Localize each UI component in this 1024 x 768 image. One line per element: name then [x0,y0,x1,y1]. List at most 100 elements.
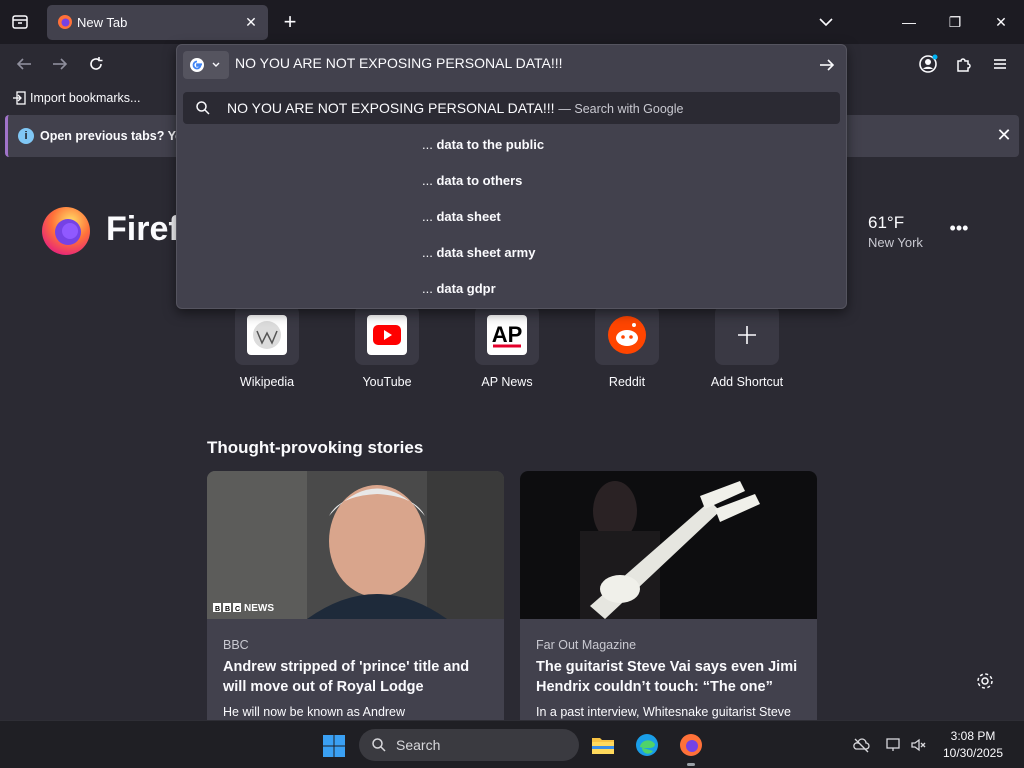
suggestion-text: data sheet army [436,245,536,260]
go-arrow-icon[interactable] [817,55,837,75]
clock-time[interactable]: 3:08 PM [940,729,1006,743]
clock-date[interactable]: 10/30/2025 [940,746,1006,760]
firefox-logo-icon [42,207,90,255]
svg-text:B: B [225,606,230,613]
search-engine-button[interactable] [183,51,229,79]
search-icon [196,101,210,115]
windows-taskbar: Search 3:08 PM 10/30/2025 [0,720,1024,768]
weather-city[interactable]: New York [868,235,923,250]
shortcut-tile: AP [475,305,539,365]
puzzle-icon [957,58,971,72]
story-title: Andrew stripped of 'prince' title and wi… [223,659,470,695]
tab-list-icon [12,15,28,29]
onedrive-offline-icon[interactable] [852,736,870,754]
shortcut-youtube[interactable]: YouTube [337,305,437,395]
reddit-icon [608,316,646,354]
suggestion-prefix: ... [422,209,437,224]
search-with-google-row[interactable]: NO YOU ARE NOT EXPOSING PERSONAL DATA!!!… [183,92,840,124]
search-row-query: NO YOU ARE NOT EXPOSING PERSONAL DATA!!!… [227,100,683,116]
reload-button[interactable] [86,54,106,74]
story-description: He will now be known as Andrew [223,705,406,719]
minimize-button[interactable]: — [899,12,919,32]
shortcut-label: YouTube [362,375,412,389]
story-card-bbc[interactable]: B B C NEWS BBC Andrew stripped of 'princ… [207,471,504,731]
search-icon [372,738,386,752]
account-icon [919,54,938,73]
taskbar-search-label: Search [396,737,441,753]
gear-icon[interactable] [975,671,995,691]
forward-button[interactable] [50,54,70,74]
new-tab-button[interactable]: + [280,11,300,33]
file-explorer-icon[interactable] [590,732,616,758]
hamburger-menu-icon [994,59,1006,69]
shortcut-label: Reddit [608,375,646,389]
firefox-taskbar-icon[interactable] [678,732,704,758]
volume-muted-icon[interactable] [910,736,928,754]
suggestion-item[interactable]: ... data sheet army [422,245,535,260]
story-description: In a past interview, Whitesnake guitaris… [536,705,791,719]
import-bookmarks-label: Import bookmarks... [30,91,141,105]
story-source: Far Out Magazine [536,638,637,652]
story-card-far-out[interactable]: Far Out Magazine The guitarist Steve Vai… [520,471,817,731]
edge-icon[interactable] [634,732,660,758]
firefox-favicon-icon [58,15,72,29]
suggestion-text: data to the public [436,137,545,152]
ap-news-icon: AP [487,315,527,355]
info-icon: i [18,128,34,144]
chevron-down-icon[interactable] [816,13,836,31]
suggestion-prefix: ... [422,281,437,296]
extensions-button[interactable] [954,54,974,74]
arrow-left-icon [16,58,31,70]
search-row-hint: — Search with Google [558,102,684,116]
menu-button[interactable] [990,54,1010,74]
bbc-news-badge: NEWS [244,603,274,614]
story-source: BBC [223,638,249,652]
weather-more-icon[interactable]: ••• [948,218,970,239]
shortcut-wikipedia[interactable]: Wikipedia [217,305,317,395]
shortcut-reddit[interactable]: Reddit [577,305,677,395]
story-image-guitarist [520,471,817,619]
arrow-right-icon [53,58,68,70]
weather-temperature[interactable]: 61°F [868,213,904,233]
svg-text:B: B [215,606,220,613]
youtube-icon [367,315,407,355]
shortcut-label: AP News [481,375,533,389]
suggestion-text: data gdpr [436,281,496,296]
suggestion-item[interactable]: ... data to others [422,173,522,188]
story-title: The guitarist Steve Vai says even Jimi H… [536,659,798,695]
reload-icon [90,57,103,70]
restore-button[interactable]: ❐ [945,12,965,32]
tab-list-button[interactable] [8,10,32,34]
back-button[interactable] [14,54,34,74]
tab-new-tab[interactable]: New Tab ✕ [47,5,268,40]
tab-close-icon[interactable]: ✕ [243,14,259,30]
stories-heading: Thought-provoking stories [207,438,424,457]
close-window-button[interactable]: ✕ [991,12,1011,32]
shortcut-label: Wikipedia [239,375,295,389]
shortcut-tile [715,305,779,365]
display-icon[interactable] [885,736,903,754]
plus-icon [738,326,756,344]
add-shortcut-button[interactable]: Add Shortcut [697,305,797,395]
notification-close-icon[interactable]: ✕ [994,125,1014,145]
windows-start-icon[interactable] [322,734,346,758]
firefox-wordmark: Firef [106,210,180,248]
suggestion-item[interactable]: ... data gdpr [422,281,496,296]
address-bar-popup: NO YOU ARE NOT EXPOSING PERSONAL DATA!!!… [176,44,847,309]
account-button[interactable] [918,54,938,74]
suggestion-item[interactable]: ... data sheet [422,209,501,224]
suggestion-prefix: ... [422,173,437,188]
address-input[interactable]: NO YOU ARE NOT EXPOSING PERSONAL DATA!!! [235,55,563,71]
shortcut-tile [235,305,299,365]
shortcut-ap-news[interactable]: AP AP News [457,305,557,395]
suggestion-text: data sheet [436,209,501,224]
suggestion-item[interactable]: ... data to the public [422,137,544,152]
shortcut-label: Add Shortcut [710,375,784,389]
suggestion-prefix: ... [422,137,437,152]
suggestion-text: data to others [436,173,523,188]
svg-text:AP: AP [492,322,523,347]
active-app-indicator [687,763,695,766]
taskbar-search-box[interactable]: Search [359,729,579,761]
tab-title: New Tab [77,15,128,30]
import-bookmarks-button[interactable]: Import bookmarks... [12,91,140,105]
